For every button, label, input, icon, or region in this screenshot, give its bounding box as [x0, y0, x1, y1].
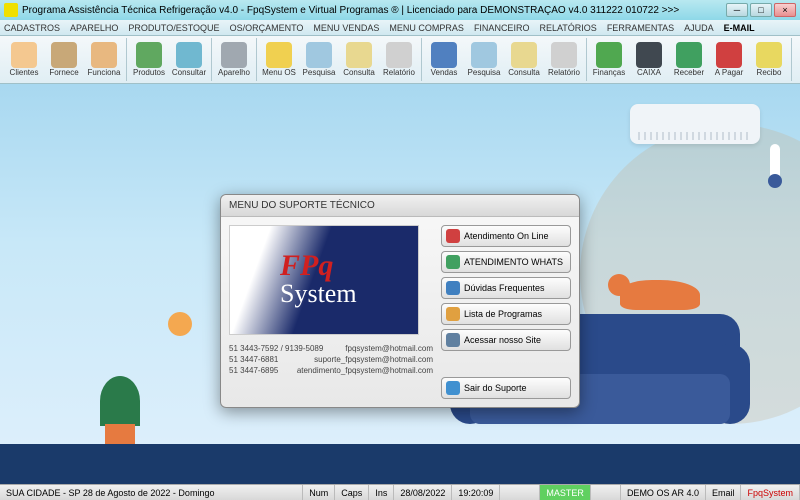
menu-aparelho[interactable]: APARELHO: [70, 23, 118, 33]
toolbar-relatório[interactable]: Relatório: [544, 38, 584, 82]
main-toolbar: ClientesForneceFuncionaProdutosConsultar…: [0, 36, 800, 84]
toolbar-funciona[interactable]: Funciona: [84, 38, 124, 82]
Finanças-icon: [596, 42, 622, 68]
status-date: 28/08/2022: [394, 485, 452, 500]
status-email[interactable]: Email: [706, 485, 742, 500]
CAIXA-icon: [636, 42, 662, 68]
status-caps: Caps: [335, 485, 369, 500]
exit-icon: [446, 381, 460, 395]
status-num: Num: [303, 485, 335, 500]
Recibo-icon: [756, 42, 782, 68]
support-atendimento-whats-button[interactable]: ATENDIMENTO WHATS: [441, 251, 571, 273]
toolbar-a pagar[interactable]: A Pagar: [709, 38, 749, 82]
Clientes-icon: [11, 42, 37, 68]
toolbar-consulta[interactable]: Consulta: [339, 38, 379, 82]
toolbar-clientes[interactable]: Clientes: [4, 38, 44, 82]
toolbar-consulta[interactable]: Consulta: [504, 38, 544, 82]
support-dúvidas-frequentes-button[interactable]: Dúvidas Frequentes: [441, 277, 571, 299]
contact-phone: 51 3443-7592 / 9139-5089: [229, 344, 323, 353]
contact-email: suporte_fpqsystem@hotmail.com: [314, 355, 433, 364]
statusbar: SUA CIDADE - SP 28 de Agosto de 2022 - D…: [0, 484, 800, 500]
Funciona-icon: [91, 42, 117, 68]
toolbar-produtos[interactable]: Produtos: [129, 38, 169, 82]
button-icon: [446, 281, 460, 295]
button-icon: [446, 255, 460, 269]
Relatório-icon: [386, 42, 412, 68]
thermometer-illustration: [770, 144, 780, 184]
status-time: 19:20:09: [452, 485, 500, 500]
support-dialog: MENU DO SUPORTE TÉCNICO FPq System 51 34…: [220, 194, 580, 408]
status-location: SUA CIDADE - SP 28 de Agosto de 2022 - D…: [0, 485, 303, 500]
status-demo: DEMO OS AR 4.0: [621, 485, 706, 500]
toolbar-vendas[interactable]: Vendas: [424, 38, 464, 82]
toolbar-finanças[interactable]: Finanças: [589, 38, 629, 82]
button-icon: [446, 307, 460, 321]
toolbar-receber[interactable]: Receber: [669, 38, 709, 82]
app-icon: [4, 3, 18, 17]
dialog-title: MENU DO SUPORTE TÉCNICO: [221, 195, 579, 217]
toolbar-button[interactable]: [794, 38, 800, 82]
exit-support-button[interactable]: Sair do Suporte: [441, 377, 571, 399]
menu-email[interactable]: E-MAIL: [724, 23, 755, 33]
close-button[interactable]: ×: [774, 3, 796, 17]
maximize-button[interactable]: □: [750, 3, 772, 17]
menu-financeiro[interactable]: FINANCEIRO: [474, 23, 530, 33]
toolbar-menu os[interactable]: Menu OS: [259, 38, 299, 82]
Pesquisa-icon: [306, 42, 332, 68]
support-lista-de-programas-button[interactable]: Lista de Programas: [441, 303, 571, 325]
toolbar-fornece[interactable]: Fornece: [44, 38, 84, 82]
menu-compras[interactable]: MENU COMPRAS: [389, 23, 464, 33]
support-atendimento-on-line-button[interactable]: Atendimento On Line: [441, 225, 571, 247]
toolbar-aparelho[interactable]: Aparelho: [214, 38, 254, 82]
toolbar-pesquisa[interactable]: Pesquisa: [464, 38, 504, 82]
menu-relatorios[interactable]: RELATÓRIOS: [539, 23, 596, 33]
Consultar-icon: [176, 42, 202, 68]
Receber-icon: [676, 42, 702, 68]
menu-produto-estoque[interactable]: PRODUTO/ESTOQUE: [128, 23, 219, 33]
window-controls: ─ □ ×: [726, 3, 796, 17]
support-acessar-nosso-site-button[interactable]: Acessar nosso Site: [441, 329, 571, 351]
minimize-button[interactable]: ─: [726, 3, 748, 17]
status-ins: Ins: [369, 485, 394, 500]
Consulta-icon: [346, 42, 372, 68]
Menu OS-icon: [266, 42, 292, 68]
toolbar-pesquisa[interactable]: Pesquisa: [299, 38, 339, 82]
menu-ajuda[interactable]: AJUDA: [684, 23, 714, 33]
window-title: Programa Assistência Técnica Refrigeraçã…: [22, 5, 726, 16]
toolbar-consultar[interactable]: Consultar: [169, 38, 209, 82]
workspace: MENU DO SUPORTE TÉCNICO FPq System 51 34…: [0, 84, 800, 484]
cat-illustration: [620, 280, 700, 310]
ac-unit-illustration: [630, 104, 760, 144]
window-titlebar: Programa Assistência Técnica Refrigeraçã…: [0, 0, 800, 20]
menu-vendas[interactable]: MENU VENDAS: [313, 23, 379, 33]
contact-phone: 51 3447-6895: [229, 366, 278, 375]
status-brand[interactable]: FpqSystem: [741, 485, 800, 500]
contact-phone: 51 3447-6881: [229, 355, 278, 364]
contact-email: atendimento_fpqsystem@hotmail.com: [297, 366, 433, 375]
Produtos-icon: [136, 42, 162, 68]
toolbar-caixa[interactable]: CAIXA: [629, 38, 669, 82]
Fornece-icon: [51, 42, 77, 68]
contact-list: 51 3443-7592 / 9139-5089 fpqsystem@hotmai…: [229, 343, 433, 376]
Vendas-icon: [431, 42, 457, 68]
contact-email: fpqsystem@hotmail.com: [345, 344, 433, 353]
toolbar-relatório[interactable]: Relatório: [379, 38, 419, 82]
button-icon: [446, 333, 460, 347]
A Pagar-icon: [716, 42, 742, 68]
Aparelho-icon: [221, 42, 247, 68]
menu-ferramentas[interactable]: FERRAMENTAS: [607, 23, 674, 33]
status-master: MASTER: [540, 485, 591, 500]
Consulta-icon: [511, 42, 537, 68]
menubar: CADASTROS APARELHO PRODUTO/ESTOQUE OS/OR…: [0, 20, 800, 36]
menu-cadastros[interactable]: CADASTROS: [4, 23, 60, 33]
toolbar-recibo[interactable]: Recibo: [749, 38, 789, 82]
button-icon: [446, 229, 460, 243]
Relatório-icon: [551, 42, 577, 68]
Pesquisa-icon: [471, 42, 497, 68]
menu-os-orcamento[interactable]: OS/ORÇAMENTO: [230, 23, 304, 33]
fpq-logo: FPq System: [229, 225, 419, 335]
